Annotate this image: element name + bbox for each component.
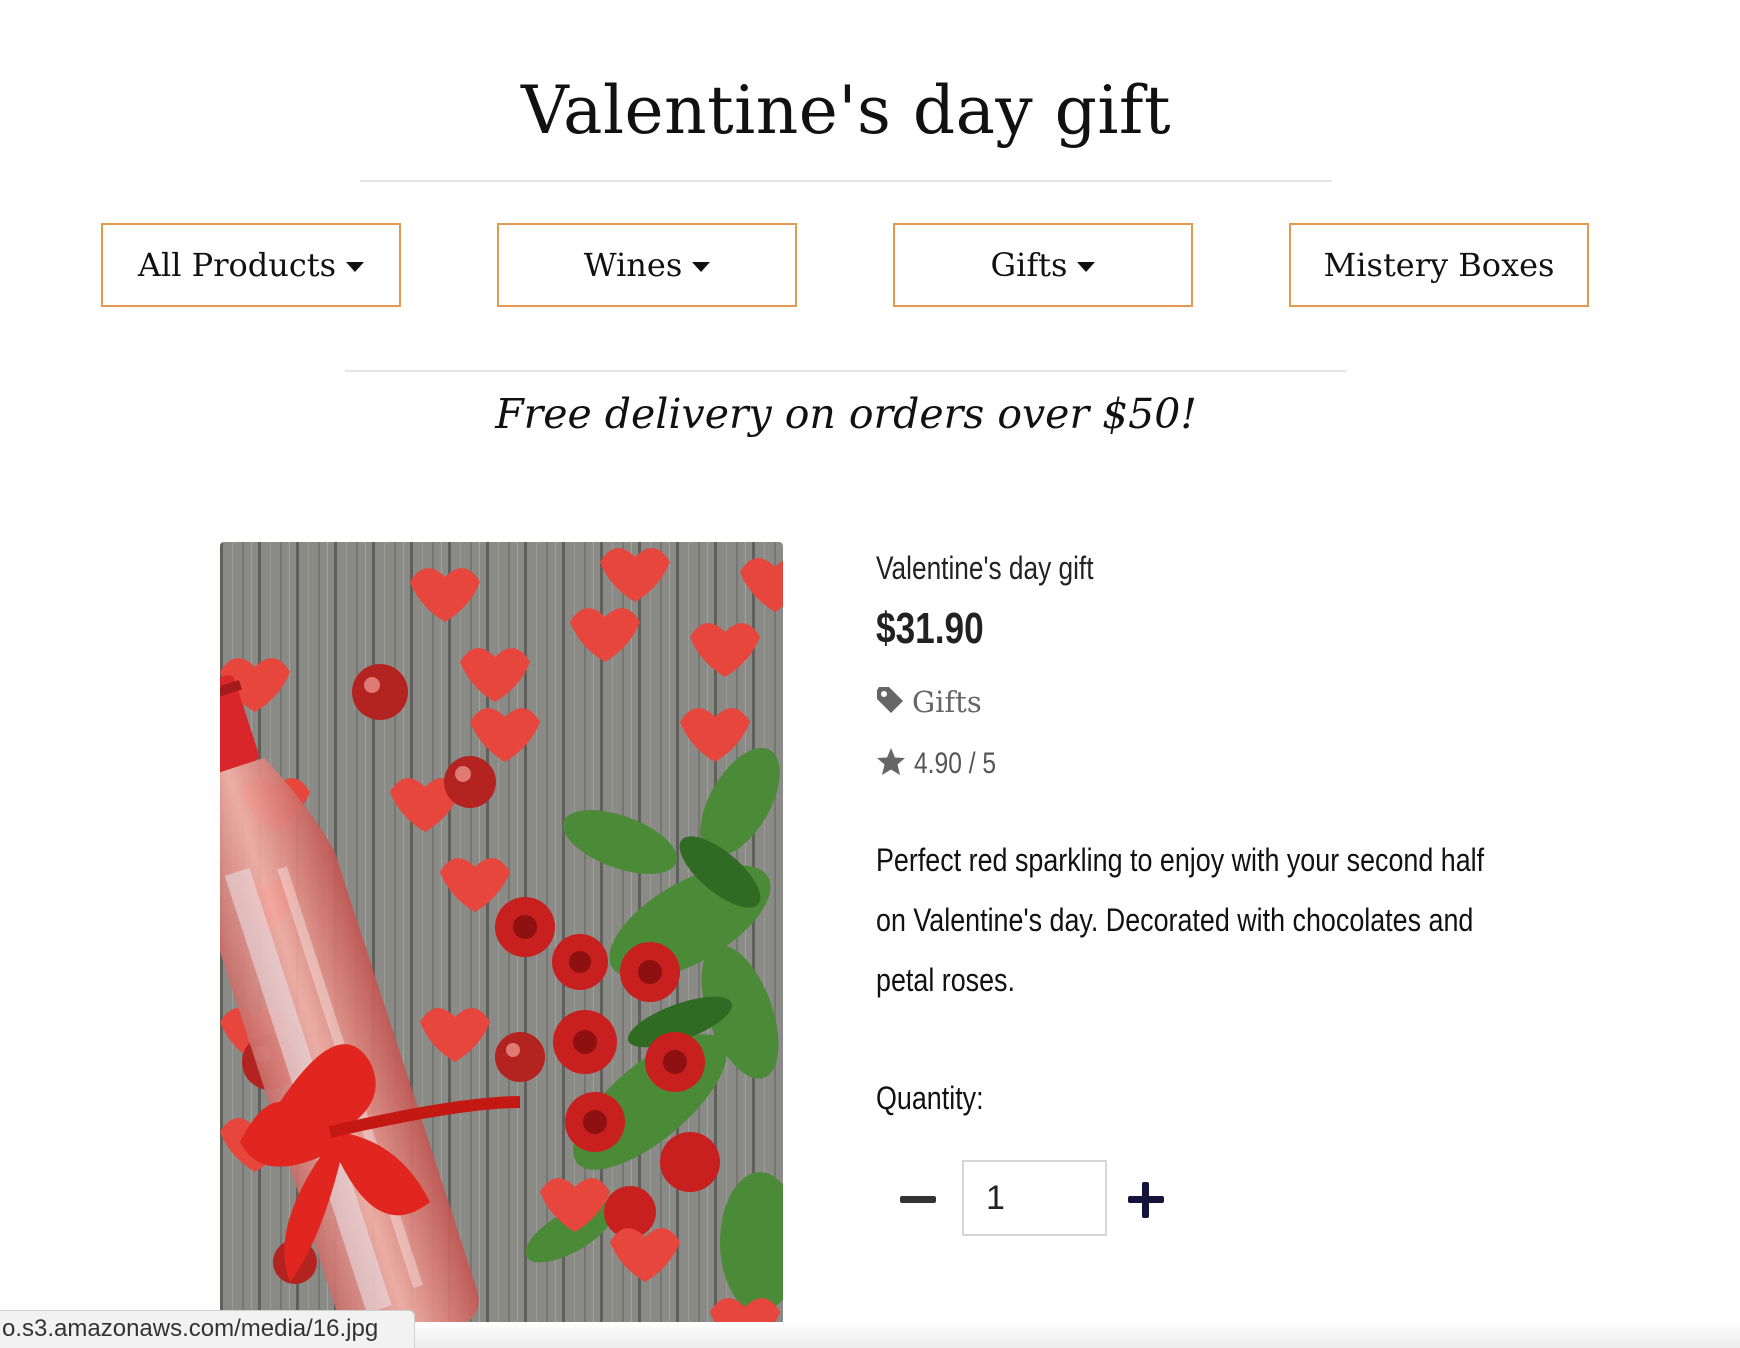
product-description: Perfect red sparkling to enjoy with your… xyxy=(876,830,1485,1010)
nav-all-products-label: All Products xyxy=(137,246,337,284)
nav-wines-button[interactable]: Wines xyxy=(497,223,797,307)
quantity-input[interactable] xyxy=(962,1160,1107,1236)
divider-top xyxy=(360,180,1332,182)
product-price: $31.90 xyxy=(876,604,984,653)
tag-icon xyxy=(876,686,904,719)
product-image xyxy=(220,542,783,1340)
nav-gifts-button[interactable]: Gifts xyxy=(893,223,1193,307)
nav-mistery-boxes-button[interactable]: Mistery Boxes xyxy=(1289,223,1589,307)
caret-down-icon xyxy=(1077,262,1096,272)
description-line: Perfect red sparkling to enjoy with your… xyxy=(876,842,1485,878)
quantity-label: Quantity: xyxy=(876,1080,984,1116)
product-rating-value: 4.90 / 5 xyxy=(914,747,997,780)
category-nav: All Products Wines Gifts Mistery Boxes xyxy=(0,223,1740,307)
description-line: on Valentine's day. Decorated with choco… xyxy=(876,902,1474,938)
product-name: Valentine's day gift xyxy=(876,550,1094,586)
nav-wines-label: Wines xyxy=(583,246,683,284)
page-title: Valentine's day gift xyxy=(521,72,1171,149)
caret-down-icon xyxy=(346,262,365,272)
quantity-stepper xyxy=(876,1160,1276,1236)
nav-gifts-label: Gifts xyxy=(990,246,1068,284)
description-line: petal roses. xyxy=(876,962,1015,998)
browser-status-bar-url: o.s3.amazonaws.com/media/16.jpg xyxy=(0,1310,415,1348)
quantity-increase-button[interactable] xyxy=(1126,1180,1166,1220)
product-category[interactable]: Gifts xyxy=(876,682,982,722)
quantity-decrease-button[interactable] xyxy=(898,1184,938,1214)
nav-mistery-boxes-label: Mistery Boxes xyxy=(1323,246,1555,284)
product-category-label: Gifts xyxy=(912,685,982,719)
nav-all-products-button[interactable]: All Products xyxy=(101,223,401,307)
divider-middle xyxy=(345,370,1347,372)
bottom-edge xyxy=(415,1322,1740,1348)
caret-down-icon xyxy=(692,262,711,272)
star-icon xyxy=(876,747,906,782)
promo-banner: Free delivery on orders over $50! xyxy=(495,390,1197,438)
product-rating: 4.90 / 5 xyxy=(876,744,1014,784)
